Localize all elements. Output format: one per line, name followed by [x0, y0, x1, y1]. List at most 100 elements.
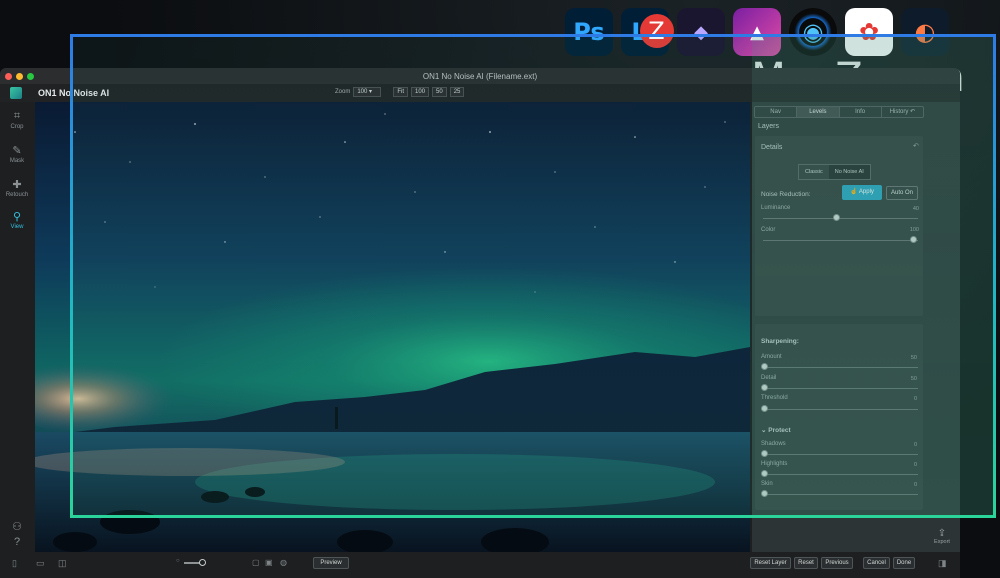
panel-toggle-icon[interactable]: ▯	[12, 558, 17, 569]
skin-slider[interactable]	[761, 490, 768, 497]
zoom-select[interactable]: 100 ▾	[353, 87, 382, 97]
zoom-25-button[interactable]: 25	[449, 87, 465, 97]
sharpening-label: Sharpening:	[761, 338, 799, 345]
help-icon[interactable]: ?	[0, 536, 34, 549]
tab-nav[interactable]: Nav	[755, 107, 798, 117]
app-name: ON1 No Noise AI	[38, 88, 110, 98]
close-button[interactable]	[5, 72, 12, 80]
view-overlay-icon[interactable]: ◍	[280, 558, 287, 567]
shadows-track	[763, 454, 918, 455]
window-controls	[5, 72, 34, 80]
layers-label: Layers	[758, 123, 780, 130]
minimize-button[interactable]	[16, 72, 23, 80]
details-label: Details	[761, 144, 783, 151]
photoshop-icon: Ps	[565, 8, 613, 56]
threshold-slider[interactable]	[761, 405, 768, 412]
detail-track	[763, 388, 918, 389]
luminance-track	[763, 218, 918, 219]
threshold-track	[763, 409, 918, 410]
window-title: ON1 No Noise AI (Filename.ext)	[422, 71, 538, 81]
zoom-fit-button[interactable]: Fit	[393, 87, 409, 97]
tool-retouch[interactable]: ✚ Retouch	[0, 178, 34, 198]
magnifier-icon: ⚲	[12, 211, 22, 223]
app-logo-icon	[10, 87, 22, 99]
skin-track	[763, 494, 918, 495]
reset-layer-button[interactable]: Reset Layer	[750, 557, 791, 569]
tab-levels[interactable]: Levels	[797, 107, 840, 117]
details-section: Details ↶ Classic No Noise AI Noise Redu…	[755, 136, 923, 316]
cancel-button[interactable]: Cancel	[863, 557, 890, 569]
chevron-down-icon: ▾	[369, 89, 373, 95]
detail-value: 50	[910, 376, 917, 382]
tool-crop[interactable]: ⌗ Crop	[0, 110, 34, 130]
tab-history[interactable]: History ↶	[882, 107, 923, 117]
export-icon: ⇪	[937, 528, 947, 539]
bandage-icon: ✚	[12, 179, 22, 191]
luminance-label: Luminance	[761, 205, 791, 211]
color-track	[763, 240, 918, 241]
shadows-value: 0	[913, 442, 917, 448]
mode-no-noise-ai-button[interactable]: No Noise AI	[828, 165, 870, 179]
protect-header[interactable]: ⌄ Protect	[761, 426, 791, 434]
tool-view[interactable]: ⚲ View	[0, 210, 34, 230]
color-slider[interactable]	[910, 236, 917, 243]
apply-button[interactable]: ☝ Apply	[842, 185, 882, 200]
mode-classic-button[interactable]: Classic	[799, 165, 829, 179]
zoom-controls: Zoom 100 ▾ Fit 100 50 25	[335, 87, 465, 97]
mode-segmented: Classic No Noise AI	[798, 164, 871, 180]
zoom-50-button[interactable]: 50	[432, 87, 447, 97]
shadows-label: Shadows	[761, 441, 786, 447]
app-header: ON1 No Noise AI Zoom 100 ▾ Fit 100 50 25	[0, 84, 960, 102]
hand-icon: ☝	[850, 189, 858, 195]
panel-tabs: Nav Levels Info History ↶	[754, 106, 924, 118]
right-panel: Nav Levels Info History ↶ Layers Details…	[752, 102, 960, 552]
compare-view-icon[interactable]: ◫	[58, 558, 67, 569]
shadows-slider[interactable]	[761, 450, 768, 457]
color-label: Color	[761, 227, 776, 233]
filmstrip-icon[interactable]: ▭	[36, 558, 45, 569]
aurora-photo	[35, 102, 750, 552]
detail-slider[interactable]	[761, 384, 768, 391]
person-icon[interactable]: ⚇	[0, 520, 34, 534]
noise-reduction-label: Noise Reduction:	[761, 191, 811, 198]
sidebar-toggle-icon[interactable]: ◨	[938, 558, 947, 569]
view-original-icon[interactable]: ▢	[252, 558, 260, 567]
amount-slider[interactable]	[761, 363, 768, 370]
skin-value: 0	[913, 482, 917, 488]
highlights-label: Highlights	[761, 461, 788, 467]
amount-label: Amount	[761, 354, 782, 360]
reset-button[interactable]: Reset	[794, 557, 818, 569]
highlights-track	[763, 474, 918, 475]
left-toolbar: ⌗ Crop ✎ Mask ✚ Retouch ⚲ View ⚇ ?	[0, 102, 34, 548]
view-mask-icon[interactable]: ▣	[265, 558, 273, 567]
export-button[interactable]: ⇪ Export	[930, 528, 954, 545]
preview-button[interactable]: Preview	[313, 557, 349, 569]
detail-label: Detail	[761, 375, 777, 381]
title-bar: ON1 No Noise AI (Filename.ext)	[0, 68, 960, 84]
zoom-label: Zoom	[335, 89, 351, 95]
sharpening-protect-section: Sharpening: Amount 50 Detail 50 Threshol…	[755, 324, 923, 510]
zoom-window-button[interactable]	[27, 72, 34, 80]
photo-canvas[interactable]	[35, 102, 750, 552]
undo-icon: ↶	[910, 109, 916, 115]
highlights-value: 0	[913, 462, 917, 468]
crop-icon: ⌗	[13, 110, 21, 122]
zoom-out-icon[interactable]: ○	[176, 558, 180, 564]
brush-icon: ✎	[12, 145, 22, 157]
done-button[interactable]: Done	[893, 557, 915, 569]
previous-button[interactable]: Previous	[821, 557, 853, 569]
luminance-slider[interactable]	[833, 214, 840, 221]
reset-section-icon[interactable]: ↶	[913, 142, 919, 150]
tool-mask[interactable]: ✎ Mask	[0, 144, 34, 164]
luminance-value: 40	[912, 206, 919, 212]
tab-info[interactable]: Info	[840, 107, 882, 117]
highlights-slider[interactable]	[761, 470, 768, 477]
amount-track	[763, 367, 918, 368]
threshold-label: Threshold	[761, 395, 788, 401]
amount-value: 50	[910, 355, 917, 361]
auto-on-button[interactable]: Auto On	[886, 186, 918, 200]
chevron-down-icon: ⌄	[761, 427, 767, 434]
zoom-100-button[interactable]: 100	[411, 87, 430, 97]
app-window: ON1 No Noise AI (Filename.ext) ON1 No No…	[0, 68, 960, 578]
zoom-slider[interactable]	[199, 559, 206, 566]
